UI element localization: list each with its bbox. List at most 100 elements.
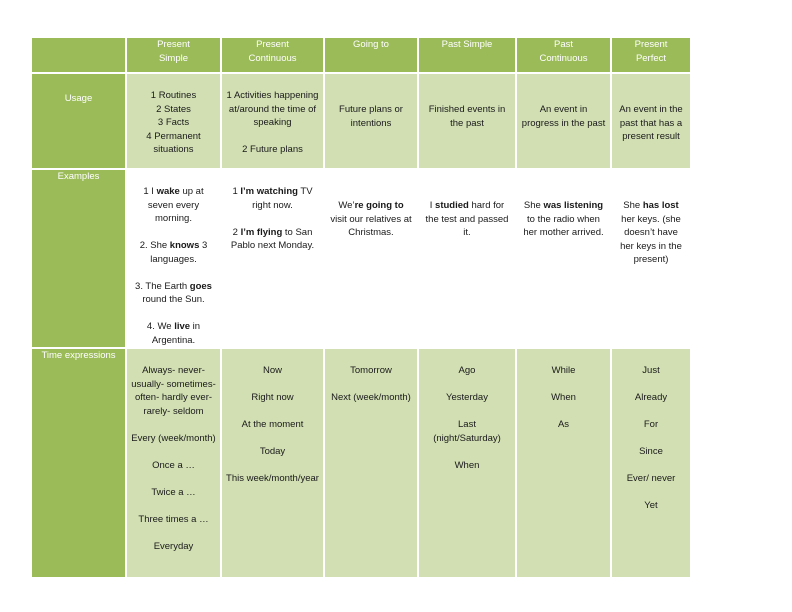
time-cell: Ago Yesterday Last (night/Saturday) When bbox=[419, 349, 515, 577]
cell-text: An event in progress in the past bbox=[521, 104, 606, 129]
example-sentence: She has lost her keys. (she doesn’t have… bbox=[620, 200, 682, 265]
cell-text: 3 Facts bbox=[157, 117, 190, 128]
examples-cell: She was listening to the radio when her … bbox=[517, 170, 610, 347]
time-expressions-row: Time expressions Always- never- usually-… bbox=[32, 349, 690, 577]
examples-row: Examples 1 I wake up at seven every morn… bbox=[32, 170, 690, 347]
cell-text: An event in the past that has a present … bbox=[619, 104, 683, 142]
col-header-line: Continuous bbox=[248, 52, 297, 64]
col-header-line: Simple bbox=[158, 52, 189, 64]
col-header-line: Perfect bbox=[635, 52, 667, 64]
usage-cell: 1 Activities happening at/around the tim… bbox=[222, 74, 323, 168]
time-expression: When bbox=[551, 392, 576, 403]
time-expression: Yet bbox=[644, 500, 658, 511]
examples-cell: I studied hard for the test and passed i… bbox=[419, 170, 515, 347]
cell-text: 4 Permanent situations bbox=[146, 130, 201, 156]
grammar-tenses-table: Present Simple Present Continuous Going to… bbox=[30, 36, 692, 579]
time-expression: While bbox=[551, 365, 576, 376]
cell-text: 2 States bbox=[156, 103, 191, 115]
time-expression: For bbox=[643, 419, 659, 430]
cell-text: Future plans or intentions bbox=[339, 104, 403, 129]
highlighted-verb: I’m watching bbox=[240, 186, 298, 197]
time-cell: Always- never- usually- sometimes- often… bbox=[127, 349, 220, 577]
time-cell: Just Already For Since Ever/ never Yet bbox=[612, 349, 690, 577]
col-header-past-simple: Past Simple bbox=[419, 38, 515, 72]
time-cell: Now Right now At the moment Today This week/… bbox=[222, 349, 323, 577]
time-expression: Next (week/month) bbox=[331, 392, 411, 403]
examples-cell: 1 I wake up at seven every morning. 2. Sh… bbox=[127, 170, 220, 347]
cell-text: 2 Future plans bbox=[242, 144, 303, 155]
example-sentence: She was listening to the radio when her … bbox=[523, 200, 604, 238]
col-header-present-perfect: Present Perfect bbox=[612, 38, 690, 72]
col-header-going-to: Going to bbox=[325, 38, 417, 72]
cell-text: 1 Activities happening at/around the tim… bbox=[226, 90, 319, 128]
highlighted-verb: has lost bbox=[642, 200, 679, 211]
col-header-present-simple: Present Simple bbox=[127, 38, 220, 72]
time-expression: At the moment bbox=[241, 419, 304, 430]
time-expression: Three times a … bbox=[138, 513, 209, 525]
header-row: Present Simple Present Continuous Going to… bbox=[32, 38, 690, 72]
time-expression: Yesterday bbox=[446, 392, 488, 403]
col-header-line: Present bbox=[157, 39, 190, 50]
col-header-line: Present bbox=[256, 39, 289, 50]
time-expression: Already bbox=[634, 392, 668, 403]
time-expression: Now bbox=[262, 365, 282, 376]
highlighted-verb: knows bbox=[169, 240, 200, 251]
example-sentence: 4. We live in Argentina. bbox=[146, 321, 201, 346]
col-header-line: Past Simple bbox=[441, 39, 493, 50]
col-header-present-continuous: Present Continuous bbox=[222, 38, 323, 72]
time-expression: Once a … bbox=[152, 459, 195, 471]
row-header-examples: Examples bbox=[32, 170, 125, 347]
example-sentence: 1 I’m watching TV right now. bbox=[232, 186, 313, 211]
highlighted-verb: live bbox=[174, 321, 191, 332]
examples-cell: We’re going to visit our relatives at Ch… bbox=[325, 170, 417, 347]
time-expression: Tomorrow bbox=[350, 365, 392, 376]
time-expression: Right now bbox=[251, 392, 294, 403]
col-header-line: Continuous bbox=[539, 52, 588, 64]
time-expression: Last (night/Saturday) bbox=[433, 419, 501, 444]
col-header-past-continuous: Past Continuous bbox=[517, 38, 610, 72]
col-header-line: Past bbox=[553, 39, 573, 50]
cell-text: 1 Routines bbox=[150, 90, 197, 101]
time-expression: As bbox=[557, 419, 570, 430]
example-sentence: 2 I’m flying to San Pablo next Monday. bbox=[230, 226, 315, 252]
example-sentence: 2. She knows 3 languages. bbox=[139, 240, 208, 265]
example-sentence: I studied hard for the test and passed i… bbox=[425, 200, 509, 238]
time-expression: Ever/ never bbox=[626, 473, 676, 484]
time-expression: This week/month/year bbox=[226, 473, 319, 484]
time-expression: Twice a … bbox=[151, 486, 196, 498]
col-header-line: Present bbox=[634, 39, 668, 50]
time-expression: Today bbox=[259, 446, 286, 457]
examples-cell: She has lost her keys. (she doesn’t have… bbox=[612, 170, 690, 347]
time-expression: Everyday bbox=[153, 540, 194, 552]
cell-text: Finished events in the past bbox=[428, 104, 506, 129]
time-expression: Just bbox=[642, 365, 660, 376]
highlighted-verb: was listening bbox=[543, 200, 604, 211]
highlighted-verb: re going to bbox=[354, 200, 404, 211]
highlighted-verb: studied bbox=[435, 200, 469, 211]
examples-cell: 1 I’m watching TV right now. 2 I’m flying… bbox=[222, 170, 323, 347]
usage-cell: Future plans or intentions bbox=[325, 74, 417, 168]
time-cell: While When As bbox=[517, 349, 610, 577]
usage-cell: An event in progress in the past bbox=[517, 74, 610, 168]
example-sentence: We’re going to visit our relatives at Ch… bbox=[330, 200, 412, 238]
time-expression: Every (week/month) bbox=[131, 432, 216, 444]
example-sentence: 3. The Earth goes round the Sun. bbox=[135, 280, 212, 306]
usage-cell: An event in the past that has a present … bbox=[612, 74, 690, 168]
highlighted-verb: wake bbox=[156, 186, 180, 197]
usage-cell: Finished events in the past bbox=[419, 74, 515, 168]
time-expression: Since bbox=[639, 446, 663, 457]
usage-row: Usage 1 Routines 2 States 3 Facts 4 Permane… bbox=[32, 74, 690, 168]
row-header-time-expressions: Time expressions bbox=[32, 349, 125, 577]
col-header-line: Going to bbox=[353, 39, 389, 50]
time-expression: Always- never- usually- sometimes- often… bbox=[131, 365, 216, 417]
time-expression: Ago bbox=[458, 365, 476, 376]
row-header-usage: Usage bbox=[32, 74, 125, 168]
time-expression: When bbox=[454, 459, 480, 471]
example-sentence: 1 I wake up at seven every morning. bbox=[143, 186, 204, 224]
highlighted-verb: I’m flying bbox=[240, 226, 283, 238]
highlighted-verb: goes bbox=[189, 280, 212, 292]
usage-cell: 1 Routines 2 States 3 Facts 4 Permanent sit… bbox=[127, 74, 220, 168]
time-cell: Tomorrow Next (week/month) bbox=[325, 349, 417, 577]
corner-cell bbox=[32, 38, 125, 72]
